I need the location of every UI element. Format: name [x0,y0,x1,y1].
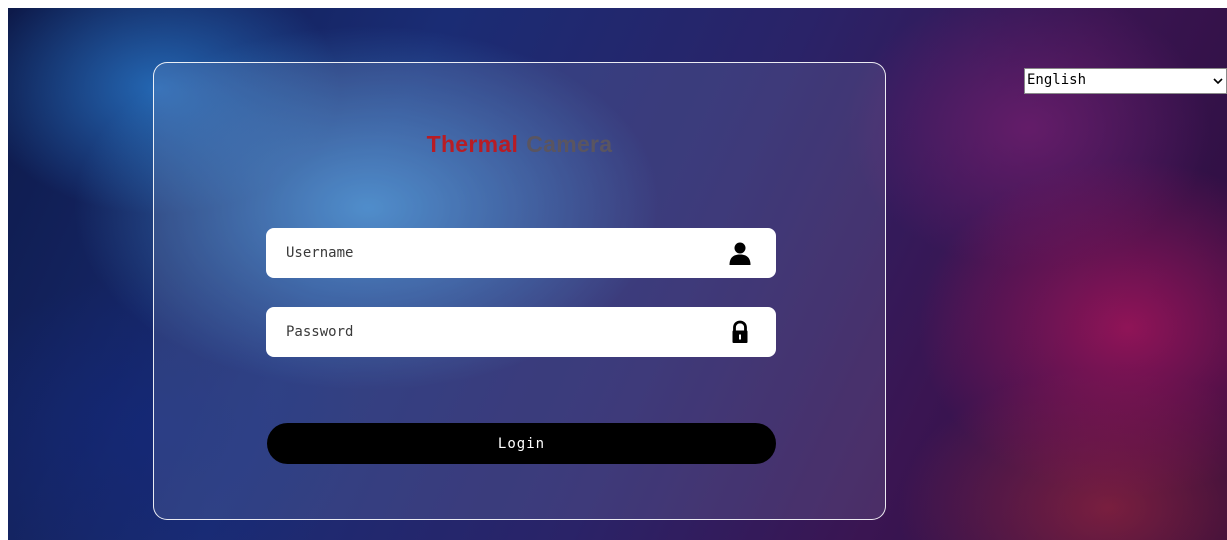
login-panel: Thermal Camera Login [153,62,886,520]
lock-icon [732,320,748,343]
language-select-value: English [1027,72,1087,88]
app-title: Thermal Camera [154,131,885,158]
app-title-secondary: Camera [526,131,613,157]
app-title-primary: Thermal [426,131,519,157]
login-button[interactable]: Login [267,423,776,464]
username-field[interactable] [266,228,776,278]
username-input[interactable] [266,228,706,278]
chevron-down-icon[interactable] [1210,72,1226,90]
password-input[interactable] [266,307,706,357]
user-icon [729,242,751,265]
login-page-background: Thermal Camera Login English [8,8,1227,540]
language-select[interactable]: English [1024,68,1227,94]
password-field[interactable] [266,307,776,357]
